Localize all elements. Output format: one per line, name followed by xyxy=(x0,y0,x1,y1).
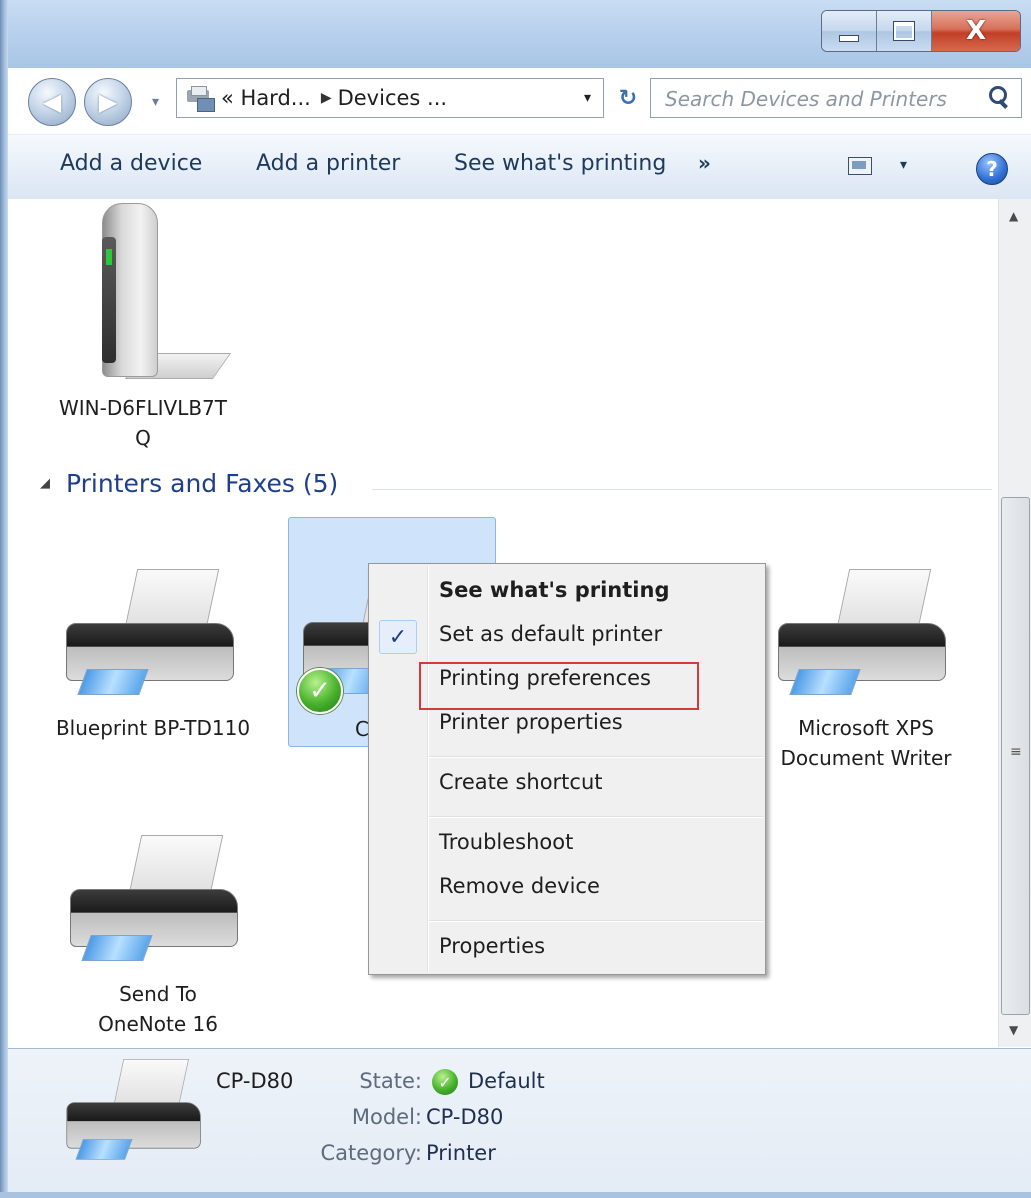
recent-pages-dropdown[interactable]: ▾ xyxy=(152,94,159,110)
scroll-up-icon[interactable]: ▲ xyxy=(1009,209,1018,223)
breadcrumb-hardware[interactable]: « Hard... xyxy=(221,86,311,110)
maximize-icon xyxy=(893,21,915,41)
menu-separator xyxy=(429,816,763,818)
more-commands-button[interactable]: » xyxy=(698,151,711,175)
devices-and-printers-window: X ◀ ▶ ▾ « Hard... ▶ Devices ... ▾ ↻ Sear… xyxy=(0,0,1031,1198)
printer-icon xyxy=(58,569,238,699)
checkmark-icon: ✓ xyxy=(379,620,417,654)
details-model-value: CP-D80 xyxy=(426,1105,504,1129)
vertical-scrollbar[interactable]: ▲ ≡ ▼ xyxy=(998,199,1031,1047)
details-model-label: Model: xyxy=(351,1105,422,1129)
printers-group-header[interactable]: ◢ Printers and Faxes (5) xyxy=(40,469,338,498)
default-printer-check-icon: ✓ xyxy=(297,668,343,714)
menu-item-printer-properties[interactable]: Printer properties xyxy=(439,710,623,734)
device-label-server: WIN-D6FLIVLB7T Q xyxy=(58,396,227,450)
printer-icon xyxy=(62,835,242,965)
command-bar: Add a device Add a printer See what's pr… xyxy=(8,134,1031,200)
devices-folder-icon xyxy=(185,86,215,112)
caption-buttons: X xyxy=(821,10,1021,52)
refresh-icon: ↻ xyxy=(618,85,638,111)
help-icon: ? xyxy=(986,157,998,181)
back-forward-buttons: ◀ ▶ ▾ xyxy=(28,76,168,126)
add-device-button[interactable]: Add a device xyxy=(60,151,202,176)
title-bar[interactable]: X xyxy=(8,0,1031,68)
printer-label-blueprint: Blueprint BP-TD110 xyxy=(55,716,251,740)
view-options-dropdown[interactable]: ▾ xyxy=(900,157,907,173)
change-view-icon[interactable] xyxy=(848,157,872,175)
window-frame-bottom xyxy=(0,1192,1031,1198)
search-icon[interactable] xyxy=(987,85,1011,109)
scrollbar-thumb[interactable]: ≡ xyxy=(1001,497,1030,1015)
maximize-button[interactable] xyxy=(877,11,932,51)
server-tower-icon xyxy=(102,203,232,389)
group-divider xyxy=(372,489,992,490)
close-icon: X xyxy=(965,16,987,46)
menu-separator xyxy=(429,920,763,922)
details-category-value: Printer xyxy=(426,1141,496,1165)
details-state-label: State: xyxy=(359,1069,422,1093)
help-button[interactable]: ? xyxy=(976,153,1008,185)
breadcrumb-devices[interactable]: Devices ... xyxy=(338,86,447,110)
search-box[interactable] xyxy=(650,78,1022,119)
menu-item-create-shortcut[interactable]: Create shortcut xyxy=(439,770,603,794)
see-whats-printing-button[interactable]: See what's printing xyxy=(454,151,666,176)
details-pane: CP-D80 State: ✓ Default Model: CP-D80 Ca… xyxy=(8,1048,1031,1198)
printer-icon xyxy=(770,569,950,699)
menu-item-troubleshoot[interactable]: Troubleshoot xyxy=(439,830,573,854)
menu-item-remove-device[interactable]: Remove device xyxy=(439,874,600,898)
search-input[interactable] xyxy=(651,79,987,119)
scroll-down-icon[interactable]: ▼ xyxy=(1009,1023,1018,1037)
address-dropdown-icon[interactable]: ▾ xyxy=(584,90,591,106)
menu-item-set-default-printer[interactable]: Set as default printer xyxy=(439,622,662,646)
printer-label-xps: Microsoft XPS Document Writer xyxy=(780,716,952,770)
back-button[interactable]: ◀ xyxy=(28,78,76,126)
default-check-icon: ✓ xyxy=(432,1069,458,1095)
minimize-button[interactable] xyxy=(822,11,877,51)
add-printer-button[interactable]: Add a printer xyxy=(256,151,400,176)
refresh-button[interactable]: ↻ xyxy=(608,78,648,118)
breadcrumb-separator-icon[interactable]: ▶ xyxy=(321,90,332,106)
scroll-grip-icon: ≡ xyxy=(1010,744,1022,760)
forward-button[interactable]: ▶ xyxy=(84,78,132,126)
menu-icon-gutter xyxy=(427,566,429,972)
window-frame-left xyxy=(0,0,8,1198)
address-bar[interactable]: « Hard... ▶ Devices ... ▾ xyxy=(176,78,604,118)
details-category-label: Category: xyxy=(320,1141,422,1165)
navigation-row: ◀ ▶ ▾ « Hard... ▶ Devices ... ▾ ↻ xyxy=(8,68,1031,132)
printers-group-title: Printers and Faxes (5) xyxy=(66,469,339,498)
menu-item-properties[interactable]: Properties xyxy=(439,934,545,958)
menu-item-printing-preferences[interactable]: Printing preferences xyxy=(439,666,651,690)
printer-label-onenote: Send To OneNote 16 xyxy=(98,982,218,1036)
context-menu: ✓ See what's printing Set as default pri… xyxy=(368,563,766,975)
forward-arrow-icon: ▶ xyxy=(98,88,118,116)
menu-separator xyxy=(429,756,763,758)
menu-item-see-whats-printing[interactable]: See what's printing xyxy=(439,578,669,602)
details-state-value: Default xyxy=(468,1069,545,1093)
collapse-group-icon[interactable]: ◢ xyxy=(40,476,50,491)
printer-icon xyxy=(60,1059,204,1163)
back-arrow-icon: ◀ xyxy=(42,88,62,116)
close-button[interactable]: X xyxy=(932,11,1020,51)
minimize-icon xyxy=(839,34,859,42)
